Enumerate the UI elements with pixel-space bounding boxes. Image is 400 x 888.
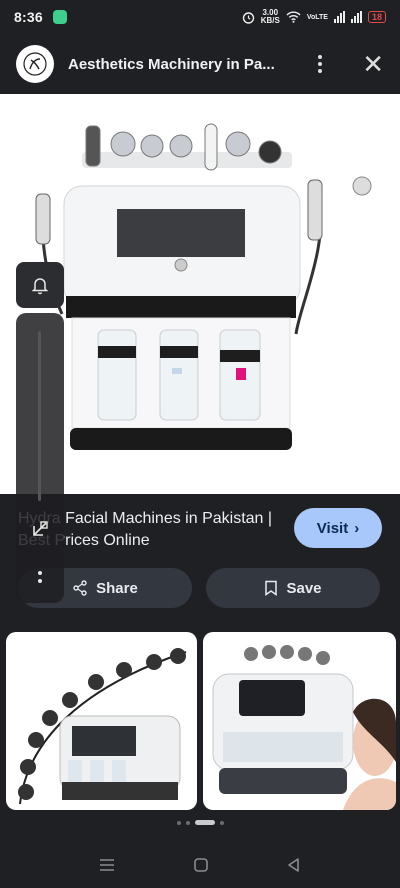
related-image-2[interactable] [203,632,396,810]
logo-mark-icon [23,52,47,76]
carousel-pager [0,820,400,825]
signal-icon-2 [350,11,362,23]
related-image-1[interactable] [6,632,197,810]
pager-dot[interactable] [185,820,190,825]
save-button[interactable]: Save [206,568,380,608]
network-speed: 3.00 KB/S [261,9,280,25]
pager-dot[interactable] [176,820,181,825]
bookmark-icon [265,580,278,596]
status-time: 8:36 [14,9,43,25]
home-icon[interactable] [193,857,209,873]
more-vert-icon[interactable] [308,55,332,73]
more-options-icon[interactable] [35,569,45,589]
page-title: Aesthetics Machinery in Pa... [68,55,275,73]
share-icon [73,580,87,596]
system-nav-bar [0,842,400,888]
recents-menu-icon[interactable] [98,858,116,872]
machine-thumbnail-2 [212,645,396,810]
message-app-icon [52,10,67,24]
alarm-icon [242,11,254,24]
related-images [0,628,400,812]
chevron-right-icon: › [354,519,360,537]
close-icon[interactable]: ✕ [362,51,384,77]
volte-label: VoLTE [306,13,328,21]
machine-thumbnail-1 [18,648,187,805]
floating-side-rail[interactable] [16,313,64,603]
save-label: Save [286,579,322,597]
notification-bell-button[interactable] [16,262,64,308]
pager-dot-active[interactable] [194,820,215,825]
back-icon[interactable] [286,857,302,873]
battery-level: 18 [371,12,382,22]
battery-icon: 18 [367,11,386,23]
pager-dot[interactable] [219,820,224,825]
collapse-icon[interactable] [30,519,50,539]
site-logo[interactable] [16,45,54,83]
status-bar: 8:36 3.00 KB/S VoLTE 18 [0,0,400,34]
wifi-icon [286,11,301,23]
status-icons: 3.00 KB/S VoLTE 18 [242,9,386,25]
share-label: Share [96,579,138,597]
signal-icon [333,11,345,23]
bell-icon [31,278,49,295]
network-speed-unit: KB/S [260,16,280,25]
visit-label: Visit [316,519,349,537]
rail-track [38,331,41,501]
top-bar: Aesthetics Machinery in Pa... ✕ [0,34,400,94]
visit-button[interactable]: Visit › [294,508,382,548]
